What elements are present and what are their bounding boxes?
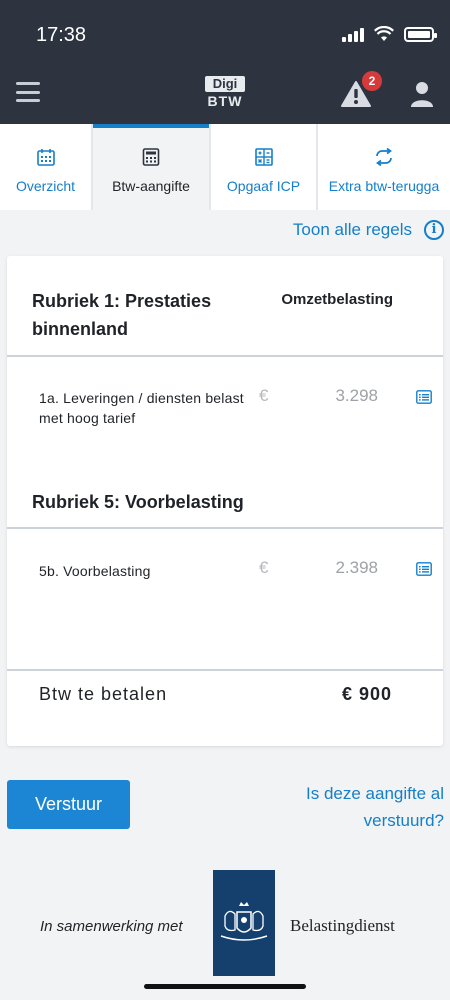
notification-count-badge: 2: [362, 71, 382, 91]
status-time: 17:38: [36, 24, 87, 46]
tab-label: Overzicht: [15, 178, 76, 194]
info-icon[interactable]: i: [424, 220, 444, 240]
calculator-grid-icon: [253, 146, 275, 168]
row-1a-label: 1a. Leveringen / diensten belast met hoo…: [39, 390, 244, 426]
rubriek-5-title: Rubriek 5: Voorbelasting: [32, 492, 244, 512]
column-header-omzetbelasting: Omzetbelasting: [281, 291, 393, 308]
user-profile-button[interactable]: [408, 80, 436, 108]
tab-bar: Overzicht Btw-aangifte Opgaaf ICP Extra …: [0, 124, 450, 210]
calendar-icon: [35, 146, 57, 168]
tab-btw-aangifte[interactable]: Btw-aangifte: [93, 124, 211, 210]
logo-top-text: Digi: [205, 76, 245, 92]
row-5b-amount[interactable]: 2.398: [335, 558, 378, 578]
tab-label: Opgaaf ICP: [226, 178, 301, 194]
total-label: Btw te betalen: [39, 684, 168, 704]
divider: [7, 527, 443, 529]
tab-overzicht[interactable]: Overzicht: [0, 124, 93, 210]
coat-of-arms-icon: [220, 902, 268, 941]
show-all-rows-link[interactable]: Toon alle regels: [293, 220, 412, 240]
app-header: 17:38 Digi BTW 2: [0, 0, 450, 124]
rubriek-1-title: Rubriek 1: Prestaties binnenland: [32, 291, 212, 339]
cooperation-text: In samenwerking met: [40, 918, 183, 935]
row-1a-currency: €: [259, 386, 269, 405]
belastingdienst-wordmark: Belastingdienst: [290, 916, 395, 935]
tab-opgaaf-icp[interactable]: Opgaaf ICP: [211, 124, 318, 210]
exchange-arrows-icon: [373, 146, 395, 168]
hamburger-menu-icon[interactable]: [16, 82, 40, 102]
total-amount: € 900: [341, 684, 392, 704]
details-list-icon[interactable]: [416, 390, 432, 404]
calculator-icon: [140, 146, 162, 168]
row-5b-label: 5b. Voorbelasting: [39, 563, 151, 579]
cellular-signal-icon: [342, 26, 364, 42]
wifi-icon: [374, 26, 394, 41]
details-list-icon[interactable]: [416, 562, 432, 576]
battery-icon: [404, 26, 437, 42]
divider: [7, 355, 443, 357]
user-icon: [411, 82, 433, 107]
already-sent-link[interactable]: Is deze aangifte al verstuurd?: [264, 780, 444, 834]
send-button[interactable]: Verstuur: [7, 780, 130, 829]
rijksoverheid-logo: [213, 870, 275, 976]
row-1a-amount[interactable]: 3.298: [335, 386, 378, 406]
divider: [7, 669, 443, 671]
status-icons: [342, 26, 437, 42]
declaration-card: Rubriek 1: Prestaties binnenland Omzetbe…: [7, 256, 443, 746]
logo-bottom-text: BTW: [207, 93, 243, 109]
home-indicator[interactable]: [144, 984, 306, 989]
tab-label: Extra btw-terugga: [328, 178, 440, 194]
digibtw-logo: Digi BTW: [205, 76, 245, 110]
tab-extra-btw-teruggave[interactable]: Extra btw-terugga: [318, 124, 450, 210]
tab-label: Btw-aangifte: [112, 178, 190, 194]
row-5b-currency: €: [259, 558, 269, 577]
